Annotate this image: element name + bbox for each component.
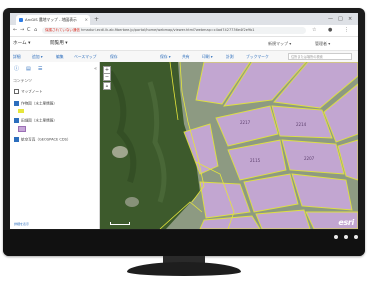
back-button[interactable]: ← <box>13 26 17 35</box>
print-button[interactable]: 印刷 ▾ <box>202 52 213 61</box>
monitor-stand-base <box>127 262 241 276</box>
monitor-led <box>344 235 348 239</box>
basemap-button[interactable]: ベースマップ <box>74 52 96 61</box>
monitor-led <box>334 235 338 239</box>
app-header: ホーム ▾ 閲覧用 ▾ 新規マップ ▾ 管理者 ▾ <box>10 37 358 50</box>
zoom-out-button[interactable]: − <box>103 73 111 81</box>
save-button[interactable]: 保存 <box>110 52 118 61</box>
scale-bar <box>110 222 130 225</box>
map-canvas: 2217 2214 2115 2207 <box>100 62 358 229</box>
sidebar: ⓘ ▤ ☰ « コンテンツ マップノート 作物図（水土里情報） 田畑図（水土里情… <box>10 62 100 229</box>
parcel-label: 2115 <box>250 158 261 163</box>
insecure-label: 保護されていない通信 <box>45 28 80 32</box>
layer-label: マップノート <box>21 89 43 94</box>
edit-button[interactable]: 編集 <box>56 52 64 61</box>
user-menu[interactable]: 管理者 ▾ <box>315 39 330 48</box>
map-view[interactable]: 2217 2214 2115 2207 + − ⌂ esri <box>100 62 358 229</box>
maximize-button[interactable]: □ <box>338 14 343 24</box>
layer-label: 航空写真（GEOSPACE CDS） <box>21 137 71 142</box>
add-button[interactable]: 追加 ▾ <box>32 52 43 61</box>
monitor-led <box>354 235 358 239</box>
window-close-button[interactable]: × <box>348 14 352 24</box>
esri-logo: esri <box>338 218 354 227</box>
tab-title: ArcGIS 農地マップ - 地図表示 <box>25 17 77 22</box>
new-map-button[interactable]: 新規マップ ▾ <box>268 39 291 48</box>
minimize-button[interactable]: — <box>328 14 333 24</box>
collapse-icon[interactable]: « <box>94 65 97 73</box>
layer-item[interactable]: 田畑図（水土里情報） <box>14 118 57 124</box>
info-icon[interactable]: ⓘ <box>14 65 19 73</box>
parcel-label: 2207 <box>304 156 315 161</box>
layer-item[interactable]: マップノート <box>14 89 43 95</box>
share-button[interactable]: 共有 <box>182 52 190 61</box>
map-title[interactable]: 閲覧用 ▾ <box>50 39 68 48</box>
details-button[interactable]: 詳細 <box>13 52 21 61</box>
address-bar: ← → C ⌂ 保護されていない通信 hmaduri.ecdl.lk.ab.fi… <box>10 25 358 37</box>
checkbox[interactable] <box>14 137 19 142</box>
measure-button[interactable]: 計測 <box>226 52 234 61</box>
home-extent-button[interactable]: ⌂ <box>103 82 111 90</box>
parcel-label: 2217 <box>240 120 251 125</box>
layer-label: 田畑図（水土里情報） <box>21 118 57 123</box>
checkbox[interactable] <box>14 118 19 123</box>
favicon-icon <box>19 18 23 22</box>
bookmarks-button[interactable]: ブックマーク <box>246 52 269 61</box>
reload-button[interactable]: C <box>27 26 31 35</box>
legend-swatch <box>18 126 26 132</box>
layer-label: 作物図（水土里情報） <box>21 101 57 106</box>
details-link[interactable]: 詳細を表示 <box>14 222 29 226</box>
menu-icon[interactable]: ⋮ <box>344 27 349 34</box>
browser-tabbar: ArcGIS 農地マップ - 地図表示 × + — □ × <box>10 13 358 25</box>
layers-icon[interactable]: ▤ <box>26 65 31 73</box>
legend-swatch <box>18 109 24 113</box>
legend-icon[interactable]: ☰ <box>38 65 42 73</box>
bookmark-star-icon[interactable]: ☆ <box>312 27 316 34</box>
forward-button[interactable]: → <box>20 26 24 35</box>
layer-item[interactable]: 作物図（水土里情報） <box>14 101 57 107</box>
browser-tab[interactable]: ArcGIS 農地マップ - 地図表示 × <box>16 15 90 25</box>
close-icon[interactable]: × <box>85 15 88 25</box>
contents-heading: コンテンツ <box>13 78 32 83</box>
checkbox[interactable] <box>14 101 19 106</box>
save-as-button[interactable]: 保存 ▾ <box>160 52 171 61</box>
url-text: hmaduri.ecdl.lk.ab.fiberbee.jp/portal/ho… <box>81 28 255 32</box>
search-input[interactable]: 住所または場所の検索 <box>288 53 352 60</box>
home-icon[interactable]: ⌂ <box>34 26 37 35</box>
url-field[interactable]: 保護されていない通信 hmaduri.ecdl.lk.ab.fiberbee.j… <box>42 27 306 34</box>
layer-item[interactable]: 航空写真（GEOSPACE CDS） <box>14 137 71 143</box>
parcel-label: 2214 <box>296 122 307 127</box>
screen: ArcGIS 農地マップ - 地図表示 × + — □ × ← → C ⌂ 保護… <box>10 13 358 229</box>
monitor-bezel-bottom <box>3 230 365 256</box>
new-tab-button[interactable]: + <box>94 15 99 25</box>
checkbox[interactable] <box>14 89 19 94</box>
profile-icon[interactable]: ● <box>328 27 332 34</box>
home-link[interactable]: ホーム ▾ <box>13 39 30 48</box>
